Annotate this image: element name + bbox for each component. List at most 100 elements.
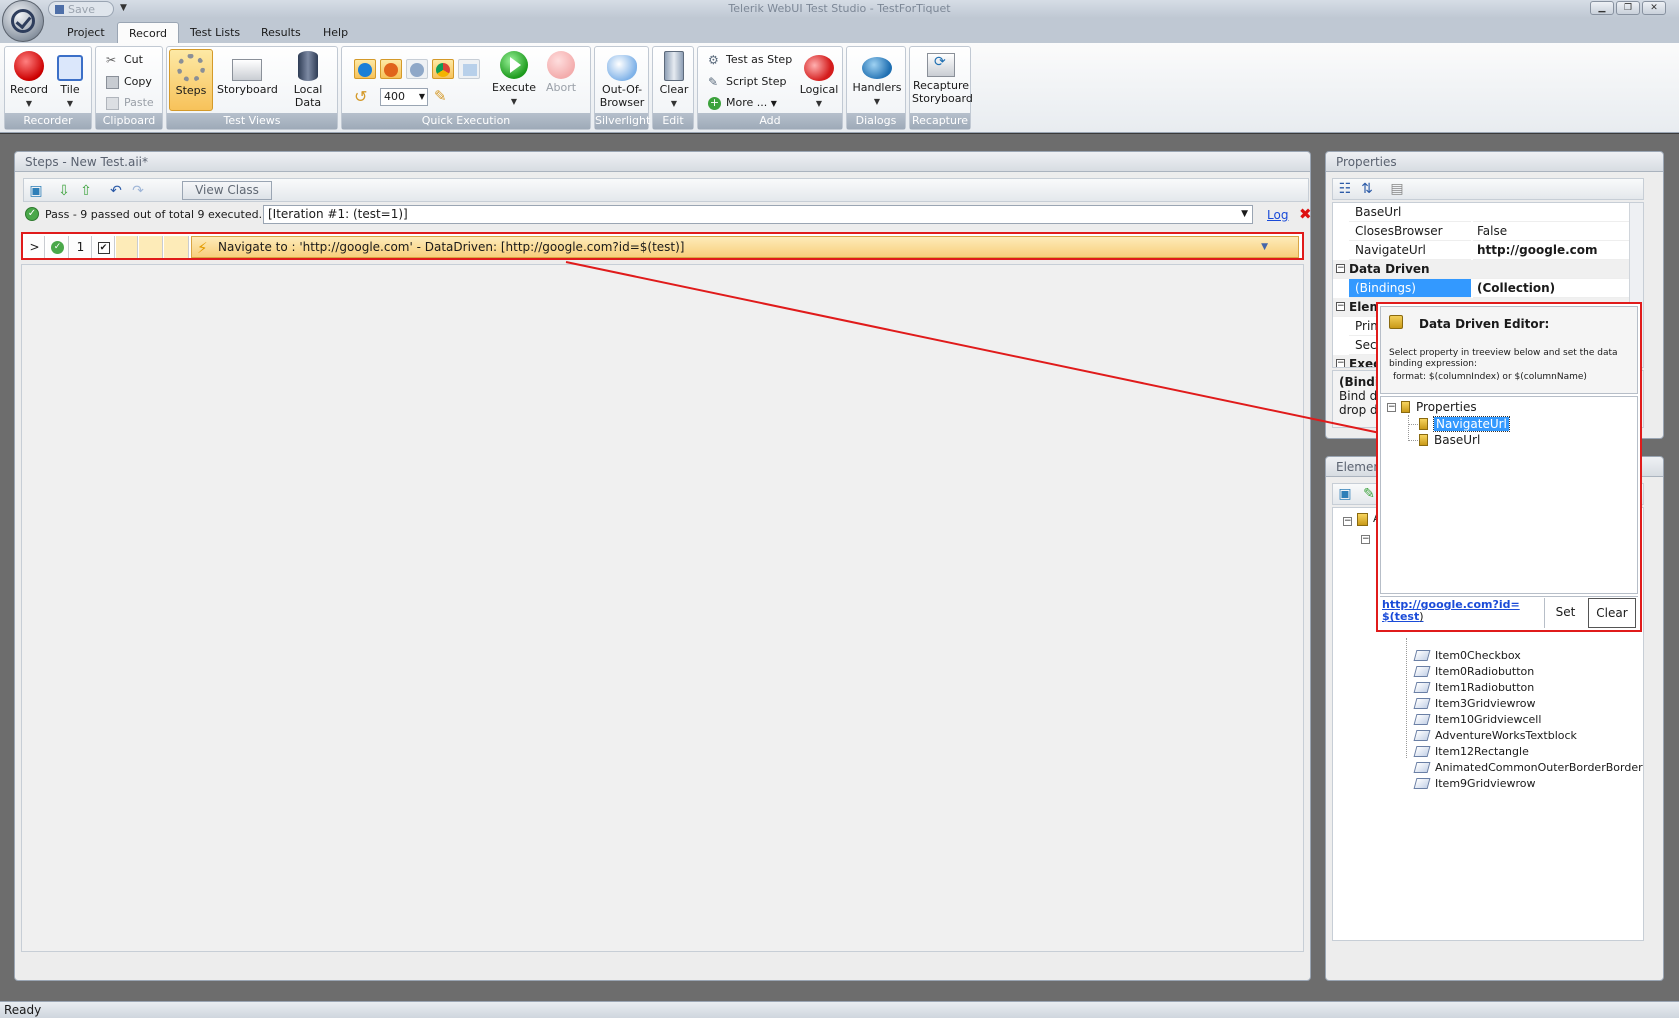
element-icon[interactable]: ▣ <box>28 183 44 199</box>
database-icon <box>298 51 318 81</box>
cut-button[interactable]: ✂ Cut <box>104 51 143 69</box>
undo-icon[interactable]: ↶ <box>108 183 124 199</box>
property-row[interactable]: NavigateUrl http://google.com <box>1333 241 1631 260</box>
element-item[interactable]: Item12Rectangle <box>1413 744 1529 760</box>
copy-icon <box>106 76 119 89</box>
element-icon[interactable]: ▣ <box>1337 486 1353 502</box>
iteration-select[interactable]: [Iteration #1: (test=1)] ▼ <box>263 205 1253 224</box>
property-value[interactable] <box>1473 203 1631 222</box>
collapse-icon[interactable]: − <box>1336 359 1345 367</box>
browser-chrome-button[interactable] <box>432 59 454 79</box>
folder-icon <box>1401 401 1410 413</box>
browser-silverlight-button[interactable] <box>458 59 480 79</box>
clear-binding-button[interactable]: Clear <box>1588 598 1636 628</box>
qat-save-button[interactable]: Save <box>55 3 95 16</box>
tree-node-navigateurl[interactable]: NavigateUrl <box>1419 416 1510 432</box>
tab-help[interactable]: Help <box>323 26 348 39</box>
sort-alphabetical-icon[interactable]: ⇅ <box>1359 181 1375 197</box>
property-row[interactable]: ClosesBrowser False <box>1333 222 1631 241</box>
collapse-icon[interactable]: − <box>1387 403 1396 412</box>
steps-button[interactable]: Steps <box>169 49 213 111</box>
element-item[interactable]: Item0Radiobutton <box>1413 664 1534 680</box>
categorized-icon[interactable]: ☷ <box>1337 181 1353 197</box>
highlight-element-icon[interactable]: ✎ <box>1361 486 1377 502</box>
close-window-button[interactable]: ✕ <box>1642 1 1666 15</box>
element-item[interactable]: AnimatedCommonOuterBorderBorder <box>1413 760 1643 776</box>
logical-button[interactable]: Logical ▼ <box>796 51 842 110</box>
element-item[interactable]: Item0Checkbox <box>1413 648 1521 664</box>
application-menu-button[interactable] <box>2 0 44 42</box>
chevron-down-icon[interactable]: ▼ <box>1261 237 1268 257</box>
browser-firefox-button[interactable] <box>380 59 402 79</box>
element-item[interactable]: Item3Gridviewrow <box>1413 696 1535 712</box>
copy-button[interactable]: Copy <box>104 73 152 91</box>
property-pages-icon[interactable]: ▤ <box>1389 181 1405 197</box>
tab-project[interactable]: Project <box>67 26 105 39</box>
element-item[interactable]: Item9Gridviewrow <box>1413 776 1535 792</box>
highlight-icon[interactable]: ✎ <box>434 87 447 105</box>
storyboard-button[interactable]: Storyboard <box>217 51 278 96</box>
properties-panel-title: Properties <box>1326 152 1663 172</box>
element-item[interactable]: Item1Radiobutton <box>1413 680 1534 696</box>
tree-node-baseurl[interactable]: BaseUrl <box>1419 432 1480 448</box>
move-up-icon[interactable]: ⇧ <box>78 183 94 199</box>
element-item[interactable]: AdventureWorksTextblock <box>1413 728 1577 744</box>
collapse-icon[interactable]: − <box>1343 517 1352 526</box>
binding-expression[interactable]: http://google.com?id= $(test) <box>1382 599 1538 623</box>
execute-button[interactable]: Execute ▼ <box>490 51 538 108</box>
step-flag-cell <box>164 236 189 258</box>
restore-button[interactable]: ❐ <box>1616 1 1640 15</box>
property-row-bindings[interactable]: (Bindings) (Collection) <box>1333 279 1631 298</box>
collapse-icon[interactable]: − <box>1361 535 1370 544</box>
stop-icon <box>547 51 575 79</box>
step-enabled-checkbox[interactable]: ✔ <box>93 236 115 258</box>
property-value[interactable]: False <box>1473 222 1631 241</box>
tab-record[interactable]: Record <box>117 22 180 45</box>
collapse-icon[interactable]: − <box>1336 302 1345 311</box>
browser-safari-button[interactable] <box>406 59 428 79</box>
paste-button[interactable]: Paste <box>104 94 154 112</box>
set-button[interactable]: Set <box>1544 598 1586 628</box>
step-description[interactable]: ⚡ Navigate to : 'http://google.com' - Da… <box>191 236 1299 258</box>
element-item[interactable]: Item10Gridviewcell <box>1413 712 1541 728</box>
group-test-views: Steps Storyboard Local Data Test Views <box>166 46 338 130</box>
record-button[interactable]: Record ▼ <box>9 51 49 110</box>
app-logo-icon <box>11 9 35 33</box>
abort-button[interactable]: Abort <box>538 51 584 94</box>
log-link[interactable]: Log <box>1267 208 1288 222</box>
redo-icon[interactable]: ↷ <box>130 183 146 199</box>
paste-icon <box>106 97 119 110</box>
tree-node-properties[interactable]: Properties <box>1401 399 1477 415</box>
local-data-button[interactable]: Local Data <box>279 51 337 109</box>
browser-ie-button[interactable] <box>354 59 376 79</box>
category-data-driven[interactable]: Data Driven − <box>1333 260 1631 279</box>
handlers-button[interactable]: Handlers ▼ <box>849 51 905 108</box>
group-recapture: ⟳ Recapture Storyboard Recapture <box>909 46 973 130</box>
property-row[interactable]: BaseUrl <box>1333 203 1631 222</box>
clear-button[interactable]: Clear ▼ <box>655 51 693 110</box>
tree-connector <box>1408 424 1418 425</box>
collapse-icon[interactable]: − <box>1336 264 1345 273</box>
property-value[interactable]: (Collection) <box>1473 279 1631 298</box>
close-log-icon[interactable]: ✖ <box>1299 205 1312 223</box>
view-class-button[interactable]: View Class <box>182 181 272 200</box>
property-value[interactable]: http://google.com <box>1473 241 1631 260</box>
oob-label-1: Out-Of- <box>601 83 643 96</box>
speech-bubble-icon <box>862 57 892 79</box>
test-as-step-button[interactable]: ⚙ Test as Step <box>706 51 792 69</box>
qat-dropdown-icon[interactable]: ▼ <box>120 3 127 13</box>
recapture-storyboard-button[interactable]: ⟳ Recapture Storyboard <box>912 51 973 105</box>
tree-node-label: NavigateUrl <box>1433 416 1510 432</box>
out-of-browser-button[interactable]: Out-Of- Browser <box>597 51 647 109</box>
step-expander[interactable]: > <box>25 236 45 258</box>
tab-results[interactable]: Results <box>261 26 301 39</box>
move-down-icon[interactable]: ⇩ <box>56 183 72 199</box>
tab-test-lists[interactable]: Test Lists <box>190 26 240 39</box>
speed-select[interactable]: 400 ▼ <box>380 88 428 106</box>
tile-button[interactable]: Tile ▼ <box>53 51 87 110</box>
script-step-button[interactable]: ✎ Script Step <box>706 73 786 91</box>
minimize-button[interactable]: ▁ <box>1590 1 1614 15</box>
more-button[interactable]: + More ... ▼ <box>706 94 777 112</box>
test-step-row[interactable]: > ✓ 1 ✔ ⚡ Navigate to : 'http://google.c… <box>21 232 1304 260</box>
tree-node-label: Properties <box>1416 400 1477 414</box>
